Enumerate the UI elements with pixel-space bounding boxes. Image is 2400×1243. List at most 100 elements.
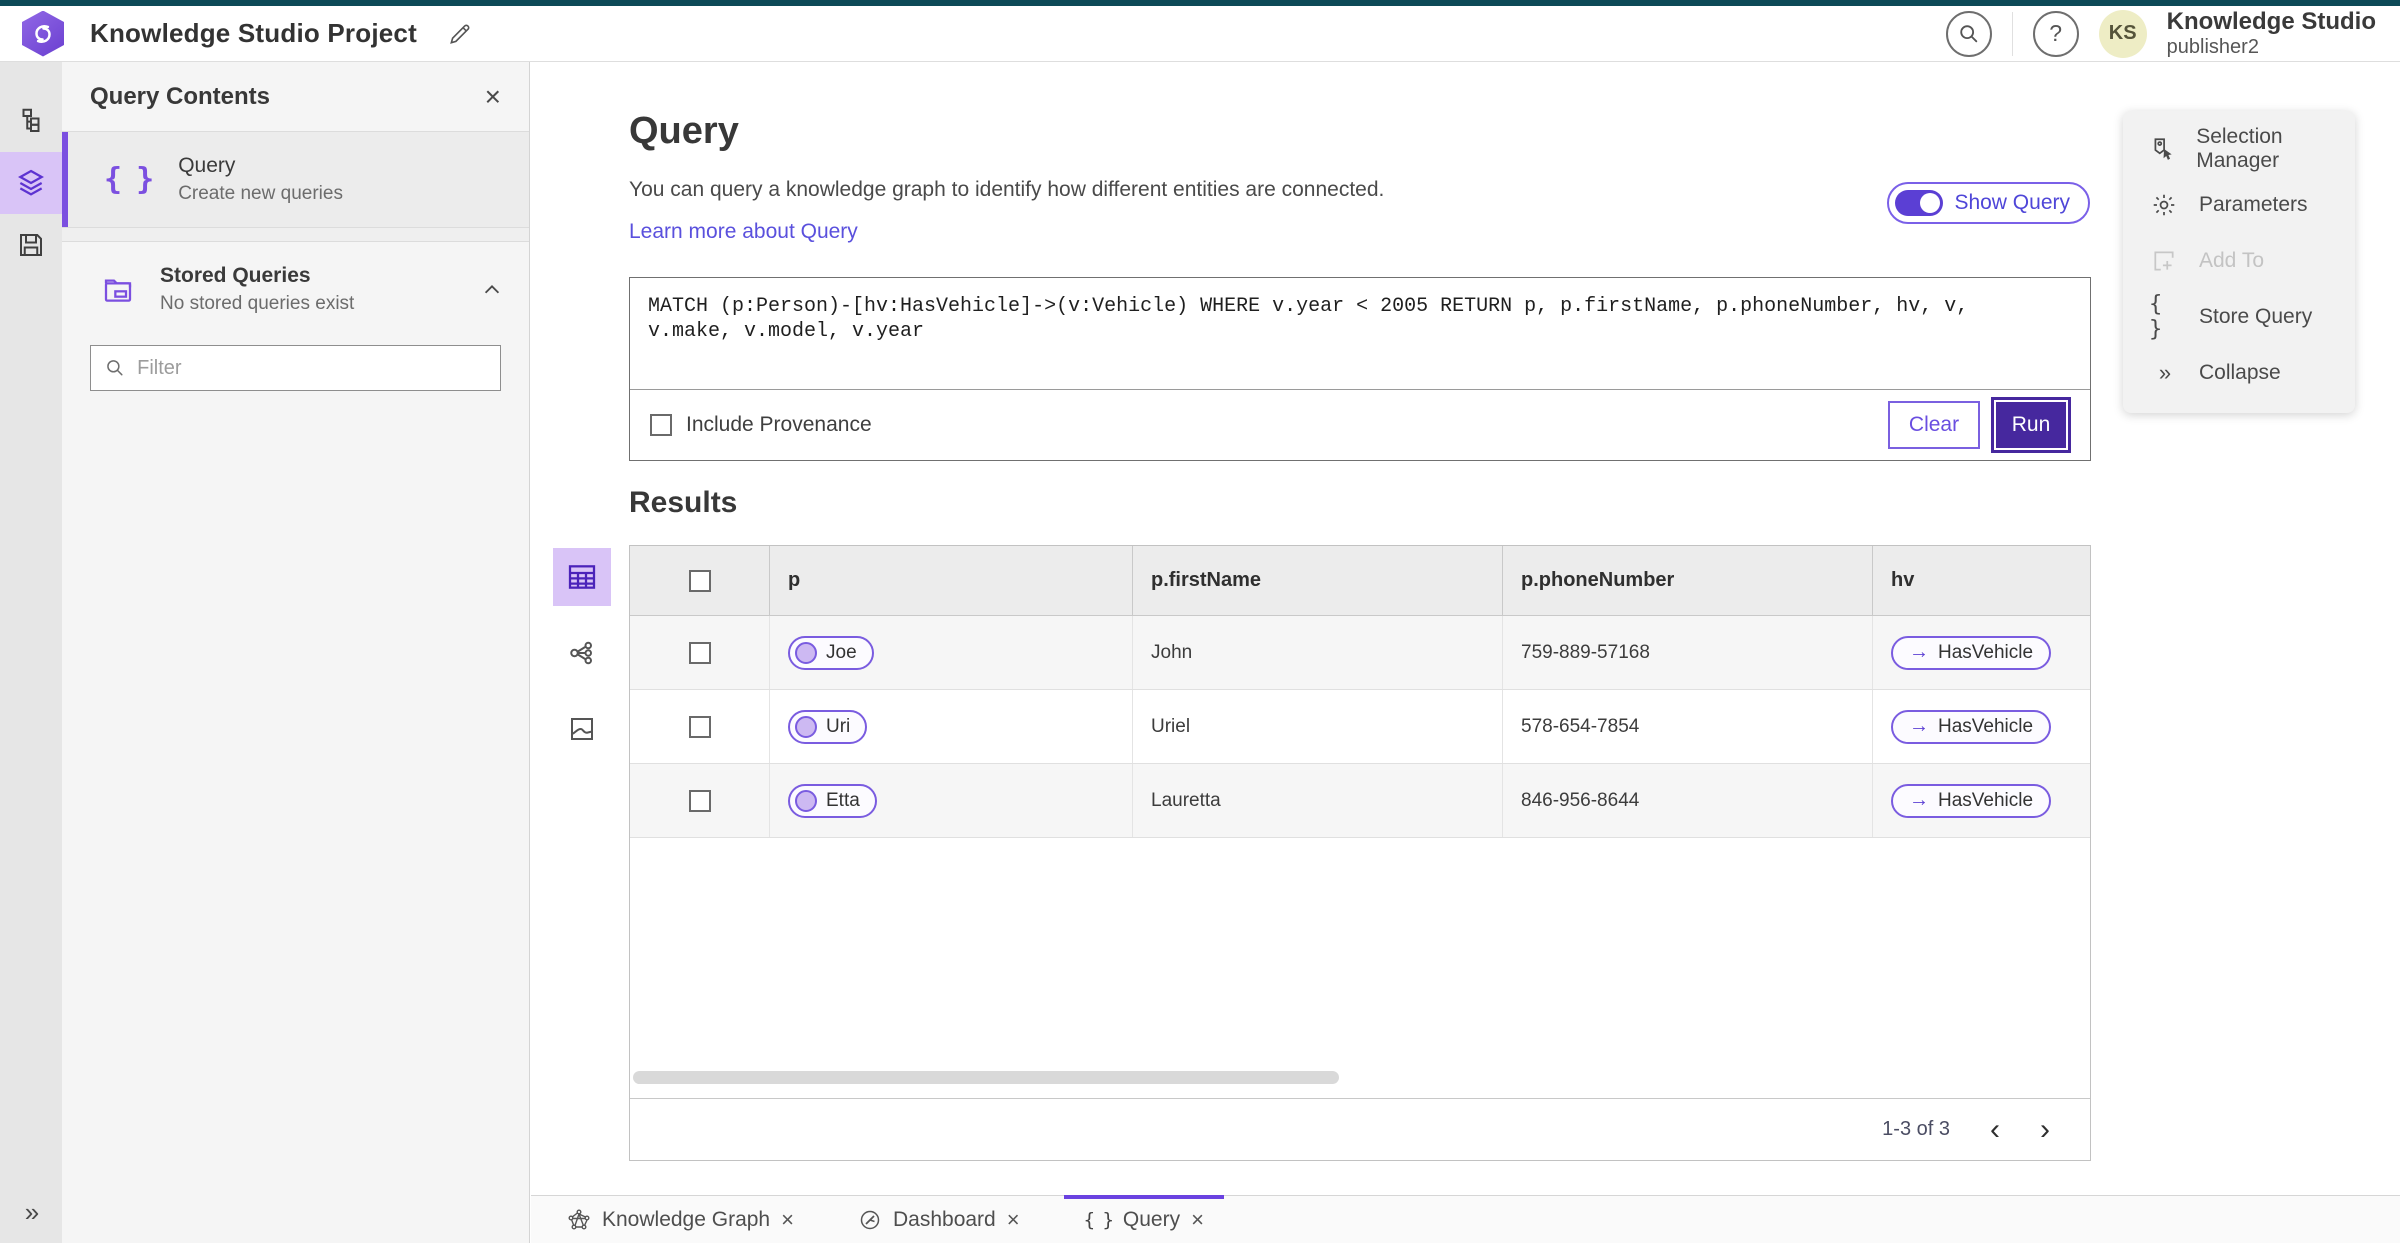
query-contents-panel: Query Contents × { } Query Create new qu… [62, 62, 530, 1243]
header-divider [2011, 11, 2013, 56]
relationship-pill[interactable]: → HasVehicle [1891, 709, 2052, 744]
parameters-button[interactable]: Parameters [2123, 177, 2355, 233]
expand-rail-button[interactable]: » [0, 1189, 62, 1235]
column-header-hv[interactable]: hv [1873, 546, 2090, 615]
tab-label: Dashboard [892, 1207, 996, 1231]
filter-input[interactable] [137, 356, 486, 380]
results-table-header: p p.firstName p.phoneNumber hv [630, 546, 2090, 616]
entity-pill[interactable]: Uri [788, 709, 868, 744]
previous-page-button[interactable]: ‹ [1990, 1114, 2000, 1145]
tab-label: Query [1122, 1207, 1181, 1231]
relationship-pill[interactable]: → HasVehicle [1891, 783, 2052, 818]
header-actions: ? KS Knowledge Studio publisher2 [1945, 8, 2400, 59]
action-label: Add To [2199, 249, 2264, 272]
app-name: Knowledge Studio [2166, 8, 2376, 36]
query-editor[interactable]: MATCH (p:Person)-[hv:HasVehicle]->(v:Veh… [630, 278, 2090, 390]
help-icon: ? [2049, 20, 2063, 46]
close-tab-icon[interactable]: × [1191, 1207, 1204, 1233]
learn-more-link[interactable]: Learn more about Query [629, 220, 858, 244]
search-icon [107, 360, 123, 376]
run-button[interactable]: Run [1994, 400, 2068, 450]
project-title: Knowledge Studio Project [90, 18, 417, 48]
store-query-button[interactable]: { } Store Query [2123, 289, 2355, 345]
link-chart-icon [570, 641, 593, 665]
show-query-toggle[interactable]: Show Query [1887, 182, 2090, 224]
pagination: 1-3 of 3 ‹ › [630, 1098, 2090, 1160]
close-tab-icon[interactable]: × [781, 1207, 794, 1233]
knowledge-graph-icon [568, 1209, 590, 1230]
row-checkbox[interactable] [688, 641, 711, 664]
tab-dashboard[interactable]: Dashboard × [838, 1196, 1040, 1243]
save-icon [20, 234, 42, 256]
search-button[interactable] [1945, 10, 1992, 57]
map-icon [571, 718, 593, 740]
action-label: Store Query [2199, 305, 2313, 328]
horizontal-scrollbar[interactable] [633, 1071, 1339, 1084]
table-row: Uri Uriel 578-654-7854 → HasVehicle [630, 690, 2090, 764]
query-item-subtitle: Create new queries [178, 183, 343, 204]
select-all-checkbox[interactable] [688, 569, 711, 592]
query-description: You can query a knowledge graph to ident… [629, 178, 1385, 201]
cell-phonenumber: 578-654-7854 [1503, 690, 1873, 763]
table-view-button[interactable] [553, 548, 611, 606]
panel-title: Query Contents [90, 82, 271, 110]
table-icon [568, 565, 596, 589]
avatar-initials: KS [2108, 22, 2137, 44]
sidebar-item-data-model[interactable] [0, 90, 62, 152]
entity-pill[interactable]: Joe [788, 635, 874, 670]
braces-icon: { } [2149, 292, 2162, 342]
edit-project-title-button[interactable] [447, 21, 473, 47]
user-avatar[interactable]: KS [2098, 9, 2147, 58]
include-provenance-label: Include Provenance [686, 413, 872, 436]
relationship-label: HasVehicle [1938, 641, 2034, 663]
entity-pill[interactable]: Etta [788, 783, 877, 818]
tab-knowledge-graph[interactable]: Knowledge Graph × [547, 1196, 814, 1243]
entity-label: Uri [826, 715, 851, 737]
double-chevron-icon: » [24, 1196, 40, 1227]
map-view-button[interactable] [553, 700, 611, 758]
include-provenance-checkbox[interactable] [650, 414, 672, 436]
tab-label: Knowledge Graph [602, 1207, 771, 1231]
column-header-phonenumber[interactable]: p.phoneNumber [1503, 546, 1873, 615]
clear-button[interactable]: Clear [1888, 401, 1980, 449]
column-header-firstname[interactable]: p.firstName [1133, 546, 1503, 615]
query-item-title: Query [178, 154, 236, 177]
row-checkbox[interactable] [688, 715, 711, 738]
bottom-tab-bar: Knowledge Graph × Dashboard × { } Query … [531, 1195, 2400, 1243]
tab-query[interactable]: { } Query × [1063, 1195, 1225, 1243]
stored-queries-subtitle: No stored queries exist [160, 293, 355, 314]
sidebar-item-contents[interactable] [0, 152, 62, 214]
cell-firstname: John [1133, 616, 1503, 689]
action-label: Selection Manager [2196, 125, 2283, 172]
sidebar-item-query[interactable]: { } Query Create new queries [62, 132, 529, 228]
layers-icon [18, 169, 44, 196]
cell-phonenumber: 846-956-8644 [1503, 764, 1873, 837]
stored-queries-folder-icon [104, 279, 132, 302]
app-logo-icon[interactable] [22, 10, 64, 57]
collapse-panel-button[interactable]: » Collapse [2123, 345, 2355, 401]
action-label: Collapse [2199, 361, 2281, 384]
braces-icon: { } [104, 162, 154, 197]
help-button[interactable]: ? [2032, 10, 2079, 57]
relationship-pill[interactable]: → HasVehicle [1891, 635, 2052, 670]
app-header: Knowledge Studio Project ? KS Knowledge … [0, 6, 2400, 62]
stored-queries-section[interactable]: Stored Queries No stored queries exist [62, 242, 529, 329]
page-range: 1-3 of 3 [1882, 1118, 1950, 1140]
column-header-p[interactable]: p [770, 546, 1133, 615]
graph-view-button[interactable] [553, 624, 611, 682]
table-row: Etta Lauretta 846-956-8644 → HasVehicle [630, 764, 2090, 838]
query-workspace: Query You can query a knowledge graph to… [531, 62, 2400, 1195]
close-tab-icon[interactable]: × [1007, 1207, 1020, 1233]
entity-node-icon [795, 789, 817, 812]
sidebar-item-save[interactable] [0, 214, 62, 276]
chevron-up-icon [484, 284, 500, 293]
selection-manager-icon [2149, 136, 2176, 162]
hierarchy-icon [22, 108, 40, 132]
selection-manager-button[interactable]: Selection Manager [2123, 121, 2355, 177]
close-panel-button[interactable]: × [485, 82, 501, 111]
next-page-button[interactable]: › [2040, 1114, 2050, 1145]
collapse-section-button[interactable] [481, 279, 503, 301]
row-checkbox[interactable] [688, 789, 711, 812]
query-editor-box: MATCH (p:Person)-[hv:HasVehicle]->(v:Veh… [629, 277, 2091, 461]
user-name: publisher2 [2166, 35, 2259, 58]
